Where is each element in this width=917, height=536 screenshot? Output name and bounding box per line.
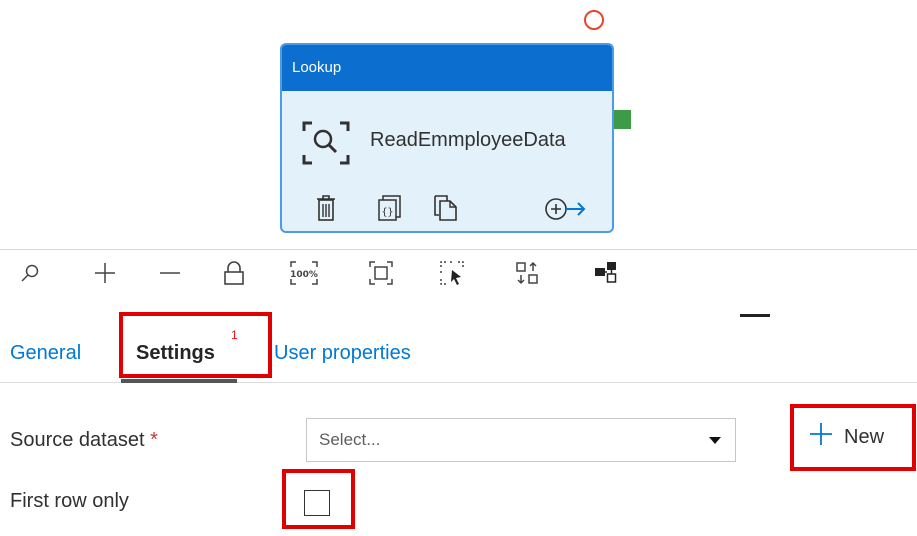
activity-status-indicator	[584, 10, 604, 30]
lookup-activity-node[interactable]: Lookup ReadEmmployeeData {}	[280, 43, 614, 233]
canvas-toolbar: 100%	[0, 249, 917, 294]
activity-type-label: Lookup	[282, 45, 612, 91]
source-dataset-label-text: Source dataset	[10, 429, 145, 451]
tab-user-properties[interactable]: User properties	[274, 342, 411, 365]
svg-text:{}: {}	[381, 207, 393, 218]
fit-to-window-icon[interactable]	[367, 260, 395, 286]
active-tab-indicator	[121, 379, 237, 383]
lookup-icon	[302, 119, 350, 172]
zoom-out-icon[interactable]	[156, 260, 184, 286]
activity-name: ReadEmmployeeData	[370, 129, 566, 151]
layout-icon[interactable]	[592, 260, 620, 286]
delete-icon[interactable]	[316, 195, 336, 226]
lock-icon[interactable]	[220, 260, 248, 286]
first-row-only-label: First row only	[10, 490, 129, 512]
auto-align-icon[interactable]	[513, 260, 541, 286]
copy-icon[interactable]	[434, 195, 458, 226]
search-icon[interactable]	[16, 260, 44, 286]
chevron-down-icon	[709, 437, 721, 444]
required-marker: *	[150, 429, 158, 451]
highlight-settings-tab	[119, 312, 272, 378]
add-output-icon[interactable]	[544, 197, 588, 226]
panel-resize-handle[interactable]	[740, 314, 770, 317]
source-dataset-label: Source dataset *	[10, 429, 158, 452]
success-output-handle[interactable]	[614, 110, 631, 129]
highlight-new-button	[790, 404, 916, 471]
source-dataset-placeholder: Select...	[319, 430, 381, 449]
highlight-first-row-checkbox	[282, 469, 355, 529]
select-icon[interactable]	[438, 260, 466, 286]
zoom-in-icon[interactable]	[91, 260, 119, 286]
code-icon[interactable]: {}	[378, 195, 402, 226]
svg-text:100%: 100%	[290, 270, 318, 280]
tab-general[interactable]: General	[10, 342, 81, 365]
zoom-100-icon[interactable]: 100%	[290, 260, 318, 286]
source-dataset-select[interactable]: Select...	[306, 418, 736, 462]
